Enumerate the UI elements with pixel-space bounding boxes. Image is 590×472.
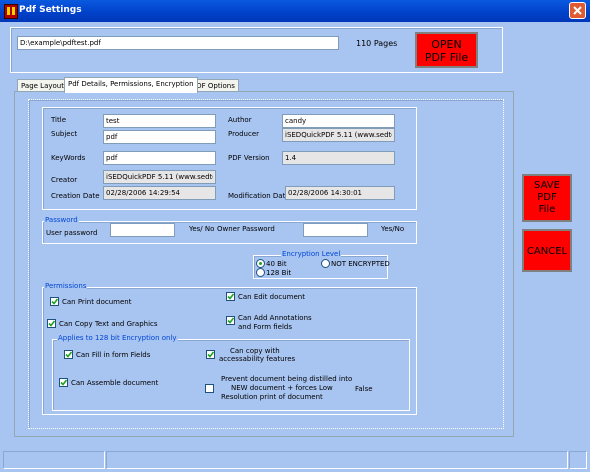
can-assemble-checkbox[interactable]	[59, 378, 68, 387]
can-fill-form-checkbox[interactable]	[64, 350, 73, 359]
check-icon	[48, 320, 55, 327]
user-password-input[interactable]	[110, 223, 175, 237]
creator-label: Creator	[51, 176, 78, 184]
user-yes-no-label: Yes/ No	[189, 225, 215, 233]
radio-not-encrypted[interactable]	[321, 259, 330, 268]
encryption-128-subgroup-title: Applies to 128 bit Encryption only	[57, 334, 178, 342]
save-pdf-button[interactable]: SAVE PDF File	[522, 174, 572, 222]
prevent-distill-label-3: Resolution print of document	[221, 393, 323, 401]
title-label: Title	[51, 116, 67, 124]
owner-yes-no-label: Yes/No	[381, 225, 405, 233]
pdf-version-input[interactable]	[282, 151, 395, 165]
creation-date-label: Creation Date	[51, 192, 100, 200]
can-copy-checkbox[interactable]	[47, 319, 56, 328]
close-button[interactable]	[569, 2, 586, 19]
check-icon	[65, 351, 72, 358]
can-fill-form-label: Can Fill in form Fields	[76, 351, 151, 359]
can-copy-accessibility-checkbox[interactable]	[206, 350, 215, 359]
title-bar[interactable]: Pdf Settings	[0, 0, 590, 22]
prevent-distill-label-2: NEW document + forces Low	[231, 384, 333, 392]
can-copy-label: Can Copy Text and Graphics	[59, 320, 158, 328]
can-add-annotations-checkbox[interactable]	[226, 316, 235, 325]
status-cell-3	[569, 451, 587, 469]
can-assemble-label: Can Assemble document	[71, 379, 159, 387]
modification-date-input[interactable]	[285, 186, 395, 200]
window-title: Pdf Settings	[19, 5, 82, 15]
tab-pdf-details[interactable]: Pdf Details, Permissions, Encryption	[64, 77, 198, 93]
cancel-button[interactable]: CANCEL	[522, 229, 572, 272]
owner-password-label: Owner Password	[217, 225, 275, 233]
check-icon	[227, 317, 234, 324]
pdf-version-label: PDF Version	[228, 154, 270, 162]
check-icon	[207, 351, 214, 358]
radio-128-bit[interactable]	[256, 268, 265, 277]
can-edit-checkbox[interactable]	[226, 292, 235, 301]
check-icon	[51, 298, 58, 305]
author-label: Author	[228, 116, 252, 124]
radio-128-bit-label: 128 Bit	[266, 269, 292, 277]
cancel-label: CANCEL	[526, 246, 568, 257]
file-path-input[interactable]	[17, 36, 339, 50]
save-pdf-label-1: SAVE	[534, 180, 560, 191]
can-add-annotations-label-1: Can Add Annotations	[238, 314, 312, 322]
open-pdf-button[interactable]: OPEN PDF File	[415, 32, 478, 68]
status-cell-2	[106, 451, 568, 469]
keywords-input[interactable]	[103, 151, 216, 165]
keywords-label: KeyWords	[51, 154, 86, 162]
creator-input[interactable]	[103, 170, 216, 184]
save-pdf-label-3: File	[538, 204, 556, 215]
pdf-settings-window: Pdf Settings 110 Pages OPEN PDF File Pag…	[0, 0, 590, 472]
check-icon	[227, 293, 234, 300]
subject-input[interactable]	[103, 130, 216, 144]
creation-date-input[interactable]	[103, 186, 216, 200]
radio-40-bit-label: 40 Bit	[266, 260, 287, 268]
status-cell-1	[3, 451, 105, 469]
prevent-distill-checkbox[interactable]	[205, 384, 214, 393]
can-add-annotations-label-2: and Form fields	[238, 323, 293, 331]
subject-label: Subject	[51, 130, 78, 138]
can-edit-label: Can Edit document	[238, 293, 305, 301]
can-copy-accessibility-label-1: Can copy with	[230, 347, 280, 355]
radio-not-encrypted-label: NOT ENCRYPTED	[331, 260, 390, 268]
modification-date-label: Modification Date	[228, 192, 290, 200]
prevent-distill-value: False	[355, 385, 373, 393]
close-icon	[573, 6, 582, 15]
user-password-label: User password	[46, 229, 98, 237]
producer-label: Producer	[228, 130, 260, 138]
password-group-title: Password	[44, 216, 79, 224]
prevent-distill-label-1: Prevent document being distilled into	[221, 375, 353, 383]
owner-password-input[interactable]	[303, 223, 368, 237]
encryption-group-title: Encryption Level	[281, 250, 342, 258]
author-input[interactable]	[282, 114, 395, 128]
save-pdf-label-2: PDF	[537, 192, 557, 203]
title-input[interactable]	[103, 114, 216, 128]
can-copy-accessibility-label-2: accessability features	[219, 355, 296, 363]
status-bar	[0, 447, 590, 472]
radio-40-bit[interactable]	[256, 259, 265, 268]
permissions-group-title: Permissions	[44, 282, 88, 290]
page-count: 110 Pages	[356, 39, 398, 48]
can-print-label: Can Print document	[62, 298, 132, 306]
open-pdf-label-1: OPEN	[431, 38, 462, 51]
check-icon	[60, 379, 67, 386]
app-icon	[4, 4, 18, 19]
open-pdf-label-2: PDF File	[424, 51, 469, 64]
can-print-checkbox[interactable]	[50, 297, 59, 306]
producer-input[interactable]	[282, 128, 395, 142]
